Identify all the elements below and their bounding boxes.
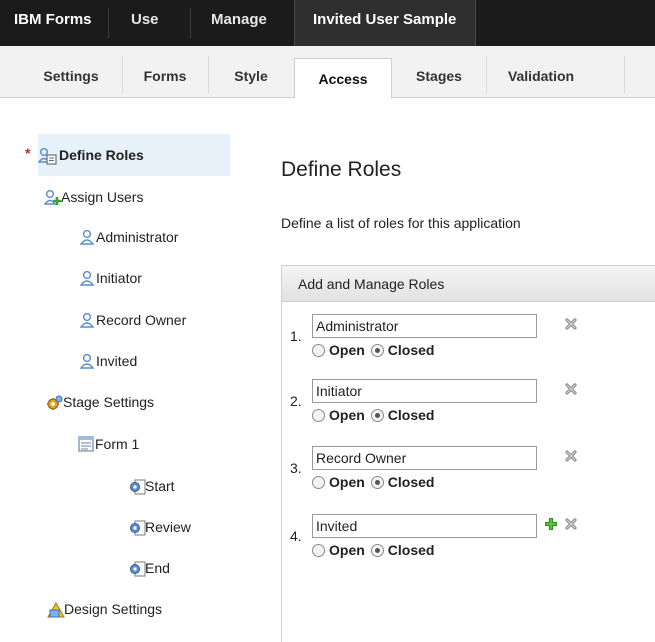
- roles-panel: Add and Manage Roles 1. Open Closed 2. O…: [281, 265, 655, 642]
- closed-label: Closed: [387, 407, 435, 423]
- tree-label: Design Settings: [64, 601, 163, 617]
- tree-item-design-settings[interactable]: Design Settings: [47, 598, 162, 620]
- open-label: Open: [329, 474, 365, 490]
- tree-item-define-roles[interactable]: Define Roles: [37, 134, 230, 176]
- role-row: 1. Open Closed: [282, 314, 655, 374]
- manage-menu[interactable]: Manage: [211, 0, 267, 46]
- user-icon: [79, 312, 95, 328]
- use-menu[interactable]: Use: [131, 0, 159, 46]
- access-radio-group: Open Closed: [312, 474, 434, 490]
- closed-label: Closed: [387, 474, 435, 490]
- app-title-tab[interactable]: Invited User Sample: [294, 0, 476, 46]
- tree-item-form-1[interactable]: Form 1: [78, 433, 139, 455]
- tree-label: Define Roles: [59, 147, 144, 163]
- open-radio[interactable]: [312, 543, 325, 557]
- stage-gear-icon: [128, 478, 146, 495]
- tree-item-administrator[interactable]: Administrator: [79, 226, 178, 248]
- user-icon: [79, 353, 95, 369]
- tab-settings[interactable]: Settings: [20, 56, 122, 98]
- role-name-input[interactable]: [312, 379, 537, 403]
- panel-header: Add and Manage Roles: [282, 266, 655, 302]
- role-name-input[interactable]: [312, 446, 537, 470]
- role-row: 4. Open Closed: [282, 514, 655, 574]
- tab-stages[interactable]: Stages: [392, 56, 486, 98]
- stage-gear-icon: [128, 560, 146, 577]
- design-settings-icon: [47, 601, 65, 618]
- open-label: Open: [329, 342, 365, 358]
- closed-label: Closed: [387, 542, 435, 558]
- tree-label: Assign Users: [61, 189, 144, 205]
- tree-label: Form 1: [95, 436, 140, 452]
- open-label: Open: [329, 407, 365, 423]
- top-navigation-bar: IBM Forms Use Manage Invited User Sample: [0, 0, 655, 46]
- user-add-icon: [43, 189, 61, 205]
- tree-label: Stage Settings: [63, 394, 155, 410]
- nav-divider: [190, 8, 191, 38]
- tree-item-start[interactable]: Start: [128, 475, 175, 497]
- tree-label: Initiator: [96, 270, 142, 286]
- remove-role-icon[interactable]: [564, 449, 578, 463]
- role-row: 2. Open Closed: [282, 379, 655, 439]
- tree-item-assign-users[interactable]: Assign Users: [43, 186, 144, 208]
- stage-gear-icon: [128, 519, 146, 536]
- tree-label: End: [145, 560, 170, 576]
- tree-item-end[interactable]: End: [128, 557, 170, 579]
- closed-radio[interactable]: [370, 543, 384, 557]
- closed-radio[interactable]: [370, 343, 384, 357]
- user-icon: [79, 229, 95, 245]
- access-radio-group: Open Closed: [312, 542, 434, 558]
- add-role-icon[interactable]: [544, 517, 558, 531]
- open-label: Open: [329, 542, 365, 558]
- role-number: 2.: [290, 393, 302, 409]
- roles-user-icon: [37, 147, 57, 165]
- remove-role-icon[interactable]: [564, 517, 578, 531]
- brand-link[interactable]: IBM Forms: [14, 0, 92, 46]
- tab-validation[interactable]: Validation: [486, 56, 596, 98]
- form-icon: [78, 436, 94, 452]
- closed-radio[interactable]: [370, 408, 384, 422]
- open-radio[interactable]: [312, 343, 325, 357]
- tree-label: Record Owner: [96, 312, 187, 328]
- tab-access[interactable]: Access: [294, 58, 392, 99]
- access-radio-group: Open Closed: [312, 407, 434, 423]
- tree-label: Administrator: [96, 229, 179, 245]
- page-title: Define Roles: [281, 158, 402, 181]
- tree-label: Review: [145, 519, 191, 535]
- closed-label: Closed: [387, 342, 435, 358]
- tree-item-record-owner[interactable]: Record Owner: [79, 309, 186, 331]
- open-radio[interactable]: [312, 408, 325, 422]
- role-name-input[interactable]: [312, 314, 537, 338]
- remove-role-icon[interactable]: [564, 317, 578, 331]
- user-icon: [79, 270, 95, 286]
- tree-label: Start: [145, 478, 175, 494]
- section-tab-bar: Settings Forms Style Access Stages Valid…: [0, 46, 655, 99]
- tab-style[interactable]: Style: [208, 56, 294, 98]
- tree-item-review[interactable]: Review: [128, 516, 191, 538]
- page-description: Define a list of roles for this applicat…: [281, 215, 521, 231]
- remove-role-icon[interactable]: [564, 382, 578, 396]
- gear-icon: [46, 394, 63, 410]
- open-radio[interactable]: [312, 475, 325, 489]
- closed-radio[interactable]: [370, 475, 384, 489]
- role-number: 1.: [290, 328, 302, 344]
- role-number: 4.: [290, 528, 302, 544]
- tab-divider: [624, 56, 625, 94]
- tree-item-stage-settings[interactable]: Stage Settings: [46, 391, 154, 413]
- tree-item-invited[interactable]: Invited: [79, 350, 137, 372]
- role-name-input[interactable]: [312, 514, 537, 538]
- nav-divider: [108, 8, 109, 38]
- role-row: 3. Open Closed: [282, 446, 655, 506]
- tree-label: Invited: [96, 353, 138, 369]
- access-radio-group: Open Closed: [312, 342, 434, 358]
- role-number: 3.: [290, 460, 302, 476]
- tab-forms[interactable]: Forms: [122, 56, 208, 98]
- tree-item-initiator[interactable]: Initiator: [79, 267, 142, 289]
